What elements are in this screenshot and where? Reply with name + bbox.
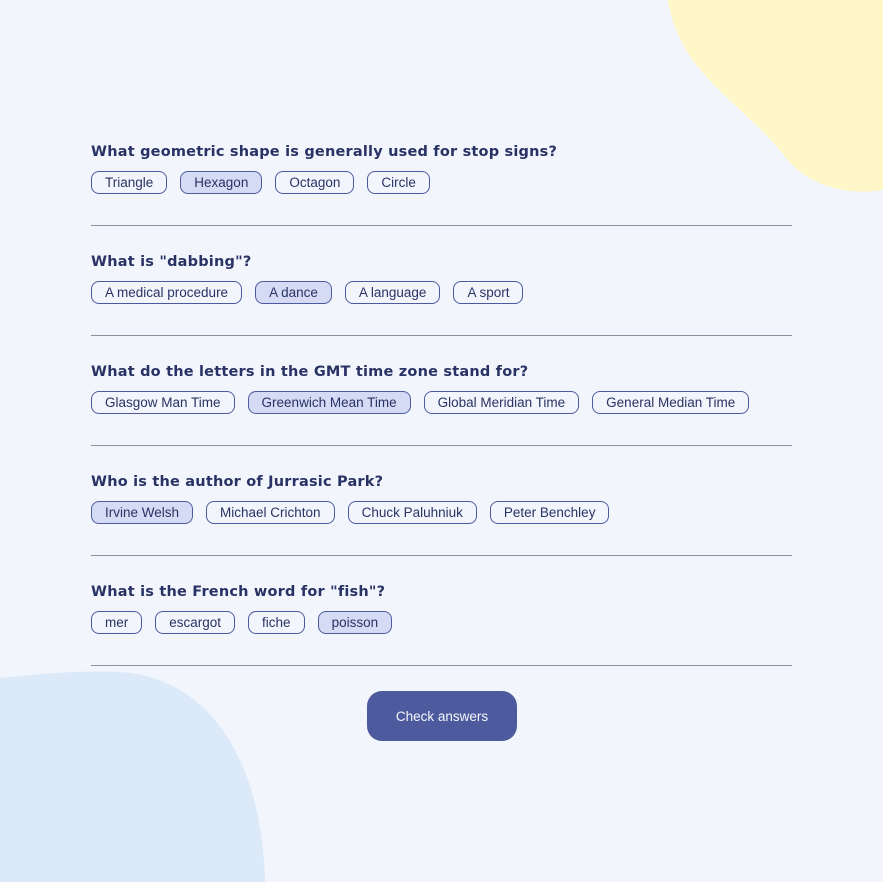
question-block: What do the letters in the GMT time zone… [91,363,792,473]
answer-option[interactable]: Global Meridian Time [423,391,580,414]
question-block: What is the French word for "fish"? mer es… [91,583,792,693]
answer-option[interactable]: A language [344,281,441,304]
answer-options: mer escargot fiche poisson [91,611,393,634]
check-answers-button[interactable]: Check answers [367,691,517,741]
question-text: Who is the author of Jurrasic Park? [91,474,384,490]
answer-option[interactable]: Greenwich Mean Time [247,391,411,414]
answer-option[interactable]: Chuck Paluhniuk [347,501,477,524]
question-divider [91,335,792,336]
answer-option[interactable]: A sport [453,281,524,304]
answer-option[interactable]: General Median Time [592,391,750,414]
question-block: What is "dabbing"? A medical procedure A d… [91,253,792,363]
question-divider [91,665,792,666]
answer-option[interactable]: escargot [155,611,236,634]
answer-option[interactable]: Peter Benchley [489,501,610,524]
answer-option[interactable]: mer [91,611,143,634]
question-divider [91,225,792,226]
answer-option[interactable]: Circle [367,171,430,194]
question-block: What geometric shape is generally used f… [91,143,792,253]
answer-option[interactable]: A medical procedure [91,281,243,304]
question-text: What is the French word for "fish"? [91,584,386,600]
question-text: What geometric shape is generally used f… [91,144,558,160]
answer-option[interactable]: Glasgow Man Time [91,391,235,414]
answer-options: A medical procedure A dance A language A sp… [91,281,524,304]
answer-option[interactable]: Michael Crichton [206,501,335,524]
answer-option[interactable]: Hexagon [180,171,263,194]
answer-option[interactable]: Irvine Welsh [91,501,194,524]
answer-option[interactable]: Octagon [275,171,355,194]
question-divider [91,445,792,446]
answer-options: Glasgow Man Time Greenwich Mean Time Globa… [91,391,750,414]
answer-option[interactable]: fiche [248,611,305,634]
question-text: What do the letters in the GMT time zone… [91,364,529,380]
question-divider [91,555,792,556]
answer-option[interactable]: Triangle [91,171,168,194]
answer-option[interactable]: poisson [317,611,393,634]
answer-options: Irvine Welsh Michael Crichton Chuck Paluhn… [91,501,610,524]
question-block: Who is the author of Jurrasic Park? Irvin… [91,473,792,583]
answer-option[interactable]: A dance [255,281,332,304]
answer-options: Triangle Hexagon Octagon Circle [91,171,430,194]
question-text: What is "dabbing"? [91,254,252,270]
bottom-left-decoration-blob [0,671,265,882]
